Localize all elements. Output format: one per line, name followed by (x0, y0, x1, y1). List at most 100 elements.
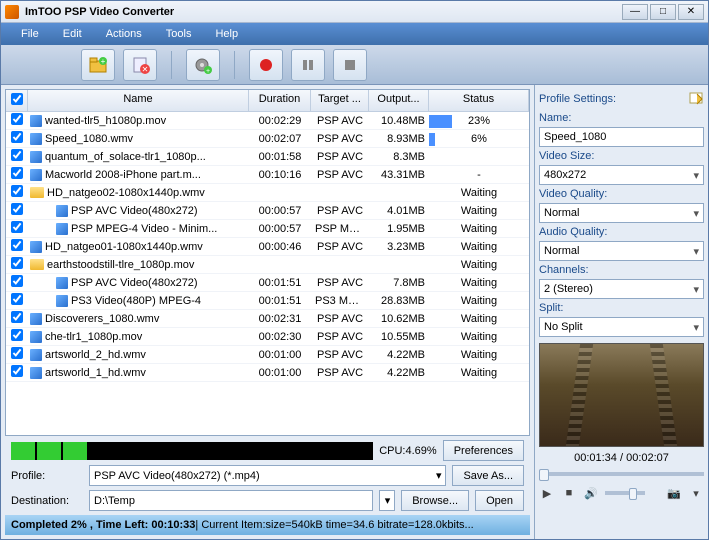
remove-file-button[interactable]: ✕ (123, 49, 157, 81)
menu-tools[interactable]: Tools (154, 25, 204, 43)
cell-check[interactable] (6, 166, 28, 183)
cell-name: earthstoodstill-tlre_1080p.mov (28, 258, 249, 272)
menu-help[interactable]: Help (203, 25, 250, 43)
cell-output: 43.31MB (369, 168, 429, 182)
cpu-label: CPU:4.69% (379, 445, 436, 457)
app-icon (5, 5, 19, 19)
cpu-meter (11, 442, 373, 460)
table-row[interactable]: earthstoodstill-tlre_1080p.movWaiting (6, 256, 529, 274)
stop-icon[interactable]: ■ (561, 485, 577, 501)
table-row[interactable]: PSP MPEG-4 Video - Minim...00:00:57PSP M… (6, 220, 529, 238)
cell-output: 4.01MB (369, 204, 429, 218)
cell-target: PSP AVC (311, 312, 369, 326)
table-row[interactable]: wanted-tlr5_h1080p.mov00:02:29PSP AVC10.… (6, 112, 529, 130)
file-icon (30, 169, 42, 181)
edit-profile-icon[interactable] (688, 91, 704, 107)
file-table[interactable]: Name Duration Target ... Output... Statu… (5, 89, 530, 436)
header-name[interactable]: Name (28, 90, 249, 111)
open-button[interactable]: Open (475, 490, 524, 511)
cell-check[interactable] (6, 238, 28, 255)
browse-button[interactable]: Browse... (401, 490, 469, 511)
volume-slider[interactable] (605, 491, 645, 495)
playback-slider[interactable] (539, 472, 704, 476)
cell-target: PSP AVC (311, 366, 369, 380)
split-select[interactable]: No Split (539, 317, 704, 337)
gear-button[interactable]: + (186, 49, 220, 81)
file-icon (30, 349, 42, 361)
header-check[interactable] (6, 90, 28, 111)
ch-select[interactable]: 2 (Stereo) (539, 279, 704, 299)
profile-select[interactable]: PSP AVC Video(480x272) (*.mp4) (89, 465, 446, 486)
svg-text:+: + (206, 68, 210, 74)
table-row[interactable]: che-tlr1_1080p.mov00:02:30PSP AVC10.55MB… (6, 328, 529, 346)
statusbar: Completed 2% , Time Left: 00:10:33 | Cur… (5, 515, 530, 535)
snapshot-icon[interactable]: 📷 (666, 485, 682, 501)
file-icon (30, 133, 42, 145)
file-icon (30, 115, 42, 127)
vsize-select[interactable]: 480x272 (539, 165, 704, 185)
header-output[interactable]: Output... (369, 90, 429, 111)
vq-select[interactable]: Normal (539, 203, 704, 223)
destination-input[interactable] (89, 490, 373, 511)
cell-check[interactable] (6, 328, 28, 345)
cell-name: HD_natgeo01-1080x1440p.wmv (28, 240, 249, 254)
snapshot-dropdown-icon[interactable]: ▾ (688, 485, 704, 501)
table-row[interactable]: artsworld_1_hd.wmv00:01:00PSP AVC4.22MBW… (6, 364, 529, 382)
close-button[interactable]: ✕ (678, 4, 704, 20)
add-file-button[interactable]: + (81, 49, 115, 81)
cell-target: PSP AVC (311, 276, 369, 290)
cell-check[interactable] (6, 256, 28, 273)
toolbar: + ✕ + (1, 45, 708, 85)
cell-check[interactable] (6, 292, 28, 309)
minimize-button[interactable]: — (622, 4, 648, 20)
preview-area (539, 343, 704, 447)
cell-status: Waiting (429, 294, 529, 308)
preferences-button[interactable]: Preferences (443, 440, 524, 461)
save-as-button[interactable]: Save As... (452, 465, 524, 486)
table-row[interactable]: quantum_of_solace-tlr1_1080p...00:01:58P… (6, 148, 529, 166)
cell-check[interactable] (6, 274, 28, 291)
vq-label: Video Quality: (539, 187, 704, 201)
header-status[interactable]: Status (429, 90, 529, 111)
cell-check[interactable] (6, 202, 28, 219)
stop-button[interactable] (333, 49, 367, 81)
destination-dropdown[interactable] (379, 490, 395, 511)
header-target[interactable]: Target ... (311, 90, 369, 111)
menu-actions[interactable]: Actions (94, 25, 154, 43)
table-row[interactable]: Speed_1080.wmv00:02:07PSP AVC8.93MB6% (6, 130, 529, 148)
header-duration[interactable]: Duration (249, 90, 311, 111)
name-input[interactable] (539, 127, 704, 147)
table-row[interactable]: artsworld_2_hd.wmv00:01:00PSP AVC4.22MBW… (6, 346, 529, 364)
cell-status (429, 156, 529, 158)
cell-duration: 00:01:58 (249, 150, 311, 164)
pause-button[interactable] (291, 49, 325, 81)
table-row[interactable]: PSP AVC Video(480x272)00:01:51PSP AVC7.8… (6, 274, 529, 292)
cell-output (369, 192, 429, 194)
table-row[interactable]: Macworld 2008-iPhone part.m...00:10:16PS… (6, 166, 529, 184)
cell-check[interactable] (6, 364, 28, 381)
cell-name: quantum_of_solace-tlr1_1080p... (28, 150, 249, 164)
cell-check[interactable] (6, 148, 28, 165)
table-row[interactable]: PSP AVC Video(480x272)00:00:57PSP AVC4.0… (6, 202, 529, 220)
cell-check[interactable] (6, 184, 28, 201)
cell-check[interactable] (6, 220, 28, 237)
cell-check[interactable] (6, 130, 28, 147)
cell-target: PSP AVC (311, 240, 369, 254)
menu-edit[interactable]: Edit (51, 25, 94, 43)
volume-icon[interactable]: 🔊 (583, 485, 599, 501)
table-row[interactable]: Discoverers_1080.wmv00:02:31PSP AVC10.62… (6, 310, 529, 328)
cell-check[interactable] (6, 112, 28, 129)
table-row[interactable]: HD_natgeo02-1080x1440p.wmvWaiting (6, 184, 529, 202)
aq-select[interactable]: Normal (539, 241, 704, 261)
table-row[interactable]: PS3 Video(480P) MPEG-400:01:51PS3 Movie2… (6, 292, 529, 310)
maximize-button[interactable]: □ (650, 4, 676, 20)
cell-status: Waiting (429, 348, 529, 362)
record-button[interactable] (249, 49, 283, 81)
cell-check[interactable] (6, 346, 28, 363)
status-details: | Current Item:size=540kB time=34.6 bitr… (195, 519, 473, 531)
table-row[interactable]: HD_natgeo01-1080x1440p.wmv00:00:46PSP AV… (6, 238, 529, 256)
play-icon[interactable]: ▶ (539, 485, 555, 501)
cell-check[interactable] (6, 310, 28, 327)
cell-duration: 00:01:51 (249, 276, 311, 290)
menu-file[interactable]: File (9, 25, 51, 43)
